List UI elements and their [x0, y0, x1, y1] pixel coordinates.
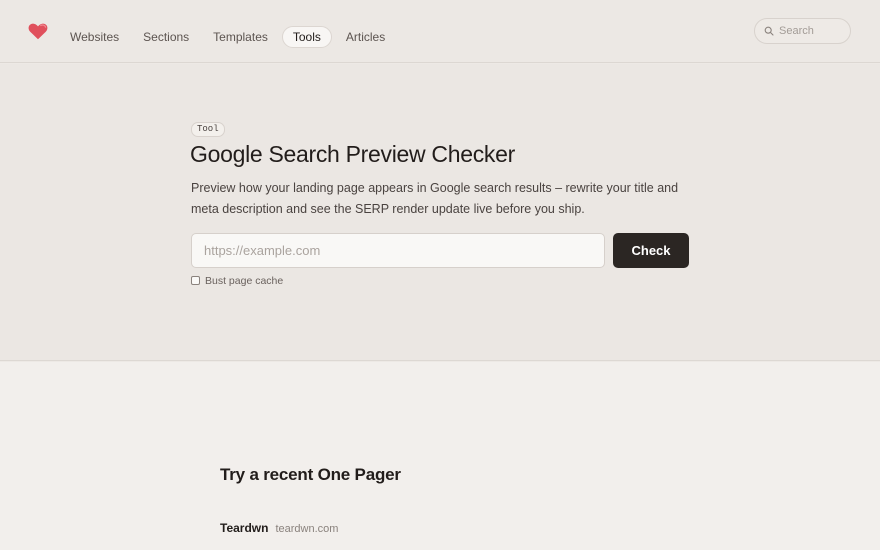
url-input[interactable] — [191, 233, 605, 268]
nav-item-tools[interactable]: Tools — [281, 26, 332, 48]
page-title: Google Search Preview Checker — [190, 141, 515, 167]
page-description: Preview how your landing page appears in… — [191, 181, 679, 216]
tool-badge: Tool — [191, 122, 225, 137]
bust-cache-label[interactable]: Bust page cache — [205, 275, 283, 287]
search-box[interactable] — [754, 18, 851, 44]
bust-cache-checkbox[interactable] — [191, 276, 200, 285]
nav-item-websites[interactable]: Websites — [60, 26, 129, 48]
list-item[interactable]: Teardwn teardwn.com — [220, 521, 338, 535]
search-input[interactable] — [779, 25, 849, 37]
recent-item-name[interactable]: Teardwn — [220, 521, 268, 535]
top-navigation-bar: Websites Sections Templates Tools Articl… — [0, 0, 880, 63]
nav-item-sections[interactable]: Sections — [133, 26, 199, 48]
nav-item-articles[interactable]: Articles — [336, 26, 395, 48]
bust-cache-option[interactable]: Bust page cache — [191, 274, 283, 287]
heart-icon[interactable] — [27, 20, 49, 42]
recent-section — [0, 362, 880, 550]
check-button[interactable]: Check — [613, 233, 689, 268]
search-icon — [764, 26, 774, 36]
nav-item-templates[interactable]: Templates — [203, 26, 278, 48]
recent-section-title: Try a recent One Pager — [220, 465, 401, 484]
main-nav: Websites Sections Templates Tools Articl… — [60, 26, 399, 48]
recent-item-domain: teardwn.com — [275, 523, 339, 535]
